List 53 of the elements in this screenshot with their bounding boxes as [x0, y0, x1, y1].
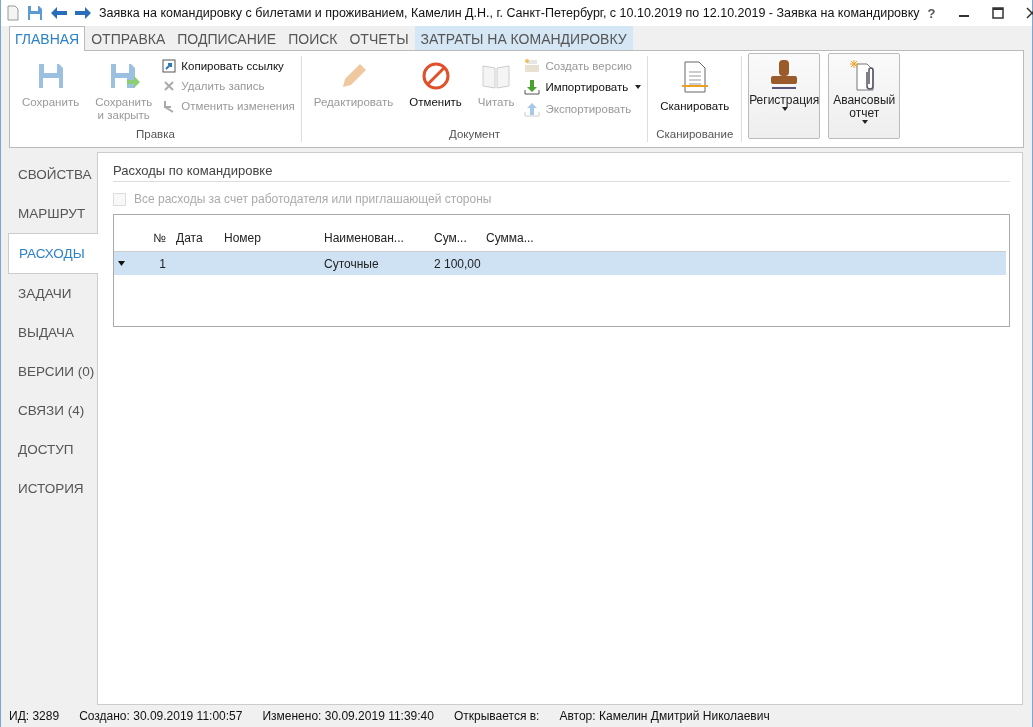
row-indicator-icon: [118, 261, 125, 266]
sidebar-item[interactable]: ВЕРСИИ (0): [8, 352, 97, 391]
table-cell-text: 1: [158, 256, 167, 271]
link-icon: [162, 59, 177, 73]
window-title: Заявка на командировку с билетами и проживанием, Камелин Д.Н., г. Санкт-Петербург, с 10.10.2019 по 12.10.2019 - Заявка на командировку: [99, 6, 920, 20]
cross-icon: [162, 79, 177, 93]
table-row[interactable]: 1 Суточные 2 100,00: [114, 252, 1006, 275]
status-text: Изменено: 30.09.2019 11:39:40: [262, 709, 434, 723]
ribbon-tab[interactable]: ПОДПИСАНИЕ: [171, 26, 283, 50]
column-header[interactable]: Дата: [172, 230, 220, 245]
upload-arrow-icon: [524, 101, 541, 117]
column-header[interactable]: №: [134, 230, 172, 245]
status-text: Автор: Камелин Дмитрий Николаевич: [559, 709, 770, 723]
table-cell-text: 2 100,00: [433, 256, 482, 271]
sidebar-item[interactable]: ВЫДАЧА: [8, 313, 97, 352]
ribbon-button[interactable]: Регистрация: [748, 53, 821, 139]
document-icon: [7, 5, 19, 21]
column-header[interactable]: Номер: [220, 230, 320, 245]
group-label: Сканирование: [655, 128, 735, 142]
column-header[interactable]: Сум...: [430, 230, 482, 245]
ribbon-button[interactable]: Авансовый отчет: [828, 53, 901, 139]
status-text: Создано: 30.09.2019 11:00:57: [79, 709, 243, 723]
sidebar-item[interactable]: ДОСТУП: [8, 430, 97, 469]
table-cell-text: Суточные: [323, 256, 380, 271]
group-label: Документ: [448, 128, 502, 142]
sidebar-item[interactable]: ИСТОРИЯ: [8, 469, 97, 508]
back-arrow-icon[interactable]: [51, 7, 67, 19]
status-text: ИД: 3289: [9, 709, 60, 723]
column-header[interactable]: Наименован...: [320, 230, 430, 245]
ribbon-button[interactable]: Отменить: [403, 56, 468, 109]
ribbon-tab[interactable]: ОТЧЕТЫ: [343, 26, 415, 50]
status-text: Открывается в:: [454, 709, 540, 723]
sidebar-item[interactable]: РАСХОДЫ: [8, 233, 98, 274]
sidebar-item[interactable]: СВОЙСТВА: [8, 155, 97, 194]
help-button[interactable]: ?: [927, 5, 936, 21]
column-header[interactable]: Сумма...: [482, 230, 1006, 245]
ribbon-button[interactable]: Сканировать: [654, 56, 736, 113]
checkbox-label: Все расходы за счет работодателя или приглашающей стороны: [134, 192, 492, 206]
sidebar-item[interactable]: МАРШРУТ: [8, 194, 97, 233]
ribbon-tab[interactable]: ГЛАВНАЯ: [9, 26, 86, 51]
ribbon-tab[interactable]: ОТПРАВКА: [85, 26, 172, 50]
ribbon-tab[interactable]: ЗАТРАТЫ НА КОМАНДИРОВКУ: [414, 26, 633, 50]
group-label: Правка: [134, 128, 176, 142]
sidebar-item[interactable]: ЗАДАЧИ: [8, 274, 97, 313]
maximize-button[interactable]: [991, 7, 1004, 19]
sidebar-item[interactable]: СВЯЗИ (4): [8, 391, 97, 430]
forward-arrow-icon[interactable]: [75, 7, 91, 19]
ribbon-button[interactable]: Импортировать: [524, 79, 642, 95]
section-title: Расходы по командировке: [113, 163, 1010, 182]
stack-icon: [524, 59, 541, 73]
download-arrow-icon: [524, 79, 541, 95]
ribbon-tab[interactable]: ПОИСК: [282, 26, 344, 50]
ribbon-button[interactable]: Копировать ссылку: [162, 59, 295, 73]
